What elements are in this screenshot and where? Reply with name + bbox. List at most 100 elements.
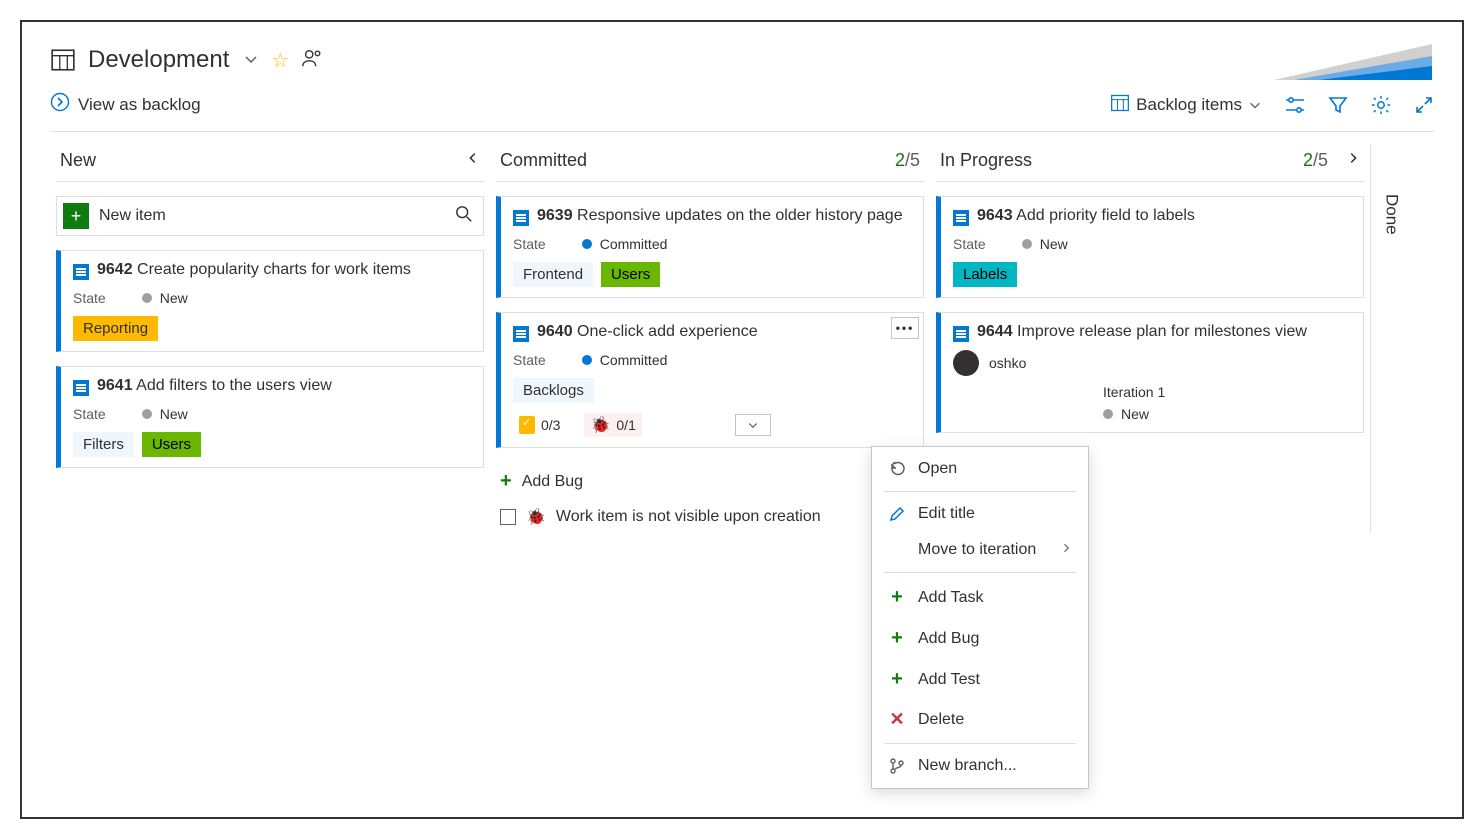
collapse-right-icon[interactable] — [1346, 151, 1360, 170]
tag-users[interactable]: Users — [142, 432, 201, 457]
backlog-level-label: Backlog items — [1136, 95, 1242, 115]
plus-icon: + — [500, 470, 512, 493]
search-icon[interactable] — [455, 205, 473, 228]
favorite-star-icon[interactable]: ☆ — [271, 48, 289, 73]
add-bug-label: Add Bug — [522, 473, 583, 491]
work-item-icon — [73, 380, 89, 396]
column-header-new: New — [56, 144, 484, 182]
column-title: New — [60, 150, 96, 171]
menu-label: Open — [918, 460, 957, 478]
work-item-icon — [513, 210, 529, 226]
state-dot-icon — [582, 355, 592, 365]
card-title: Add priority field to labels — [1016, 207, 1195, 224]
state-value: New — [1121, 406, 1149, 422]
menu-new-branch[interactable]: New branch... — [872, 748, 1088, 784]
open-icon — [888, 461, 906, 477]
menu-separator — [884, 572, 1076, 573]
state-dot-icon — [142, 409, 152, 419]
header: Development ☆ — [22, 22, 1462, 84]
view-as-backlog-label: View as backlog — [78, 95, 201, 115]
state-field-label: State — [513, 236, 546, 252]
bugs-count: 0/1 — [616, 417, 635, 433]
new-item-label: New item — [99, 207, 166, 225]
chevron-down-icon — [1248, 98, 1262, 112]
menu-add-task[interactable]: + Add Task — [872, 577, 1088, 618]
state-dot-icon — [1103, 409, 1113, 419]
work-item-icon — [513, 326, 529, 342]
menu-open[interactable]: Open — [872, 451, 1088, 487]
team-members-icon[interactable] — [301, 48, 323, 73]
kanban-board: New + New item 9642 Create popularity ch… — [22, 144, 1462, 533]
menu-add-bug[interactable]: + Add Bug — [872, 618, 1088, 659]
checkbox[interactable] — [500, 509, 516, 525]
card-title: Responsive updates on the older history … — [577, 207, 903, 224]
card-id: 9644 — [977, 323, 1013, 340]
card-9639[interactable]: 9639 Responsive updates on the older his… — [496, 196, 924, 298]
tag-backlogs[interactable]: Backlogs — [513, 378, 594, 403]
card-9640[interactable]: ••• 9640 One-click add experience State … — [496, 312, 924, 448]
toolbar-right: Backlog items — [1110, 93, 1434, 116]
plus-icon: + — [63, 203, 89, 229]
menu-label: Add Bug — [918, 630, 979, 648]
card-title: Improve release plan for milestones view — [1017, 323, 1307, 340]
chevron-down-icon[interactable] — [243, 51, 259, 70]
column-count: 2/5 — [1303, 150, 1328, 171]
assignee-name: oshko — [989, 355, 1026, 371]
tag-frontend[interactable]: Frontend — [513, 262, 593, 287]
divider — [50, 131, 1434, 132]
cumulative-flow-chart[interactable] — [1264, 36, 1434, 84]
menu-move-iteration[interactable]: Move to iteration — [872, 532, 1088, 568]
card-9642[interactable]: 9642 Create popularity charts for work i… — [56, 250, 484, 352]
menu-label: Add Test — [918, 671, 980, 689]
iteration-value: Iteration 1 — [1103, 384, 1165, 400]
avatar — [953, 350, 979, 376]
tag-filters[interactable]: Filters — [73, 432, 134, 457]
menu-separator — [884, 743, 1076, 744]
menu-label: Delete — [918, 711, 964, 729]
menu-edit-title[interactable]: Edit title — [872, 496, 1088, 532]
x-icon: ✕ — [888, 709, 906, 730]
column-count: 2/5 — [895, 150, 920, 171]
column-header-in-progress: In Progress 2/5 — [936, 144, 1364, 182]
card-actions-button[interactable]: ••• — [891, 317, 919, 339]
tag-labels[interactable]: Labels — [953, 262, 1017, 287]
tag-reporting[interactable]: Reporting — [73, 316, 158, 341]
card-id: 9641 — [97, 377, 133, 394]
filter-button[interactable] — [1328, 95, 1348, 115]
backlog-level-selector[interactable]: Backlog items — [1110, 93, 1262, 116]
child-work-item[interactable]: 🐞 Work item is not visible upon creation — [496, 501, 924, 533]
card-9641[interactable]: 9641 Add filters to the users view State… — [56, 366, 484, 468]
board-icon — [50, 47, 76, 73]
tasks-count: 0/3 — [541, 417, 560, 433]
plus-icon: + — [888, 668, 906, 691]
arrow-right-circle-icon — [50, 92, 70, 117]
column-done-collapsed[interactable]: Done — [1370, 144, 1412, 533]
state-value: New — [1040, 236, 1068, 252]
board-title[interactable]: Development — [88, 46, 229, 74]
column-title: In Progress — [940, 150, 1032, 171]
add-bug-inline-button[interactable]: + Add Bug — [496, 462, 924, 501]
new-item-button[interactable]: + New item — [56, 196, 484, 236]
state-field-label: State — [73, 290, 106, 306]
card-9644[interactable]: 9644 Improve release plan for milestones… — [936, 312, 1364, 433]
settings-button[interactable] — [1370, 94, 1392, 116]
menu-label: New branch... — [918, 757, 1017, 775]
card-9643[interactable]: 9643 Add priority field to labels State … — [936, 196, 1364, 298]
fullscreen-button[interactable] — [1414, 95, 1434, 115]
state-value: New — [160, 406, 188, 422]
card-id: 9642 — [97, 261, 133, 278]
board-small-icon — [1110, 93, 1130, 116]
state-field-label: State — [513, 352, 546, 368]
tasks-badge[interactable]: 0/3 — [513, 414, 566, 436]
menu-add-test[interactable]: + Add Test — [872, 659, 1088, 700]
collapse-left-icon[interactable] — [466, 151, 480, 170]
bugs-badge[interactable]: 🐞0/1 — [584, 413, 641, 437]
menu-delete[interactable]: ✕ Delete — [872, 700, 1088, 739]
view-options-button[interactable] — [1284, 95, 1306, 115]
task-icon — [519, 416, 535, 434]
state-dot-icon — [582, 239, 592, 249]
expand-children-button[interactable] — [735, 414, 771, 436]
card-id: 9643 — [977, 207, 1013, 224]
tag-users[interactable]: Users — [601, 262, 660, 287]
view-as-backlog-button[interactable]: View as backlog — [50, 92, 201, 117]
